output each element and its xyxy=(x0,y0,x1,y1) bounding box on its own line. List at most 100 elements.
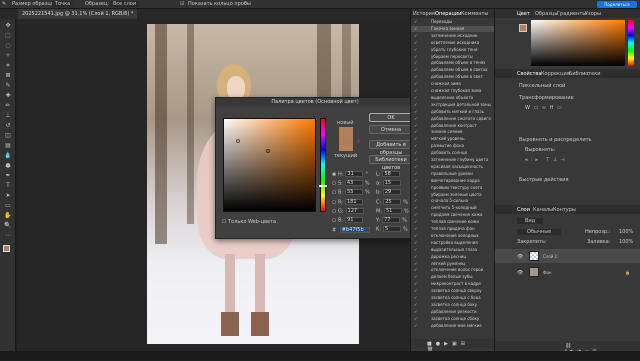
action-item[interactable]: ✓ затемнение исходник xyxy=(411,33,495,39)
color-field-cursor[interactable] xyxy=(266,149,270,153)
gamut-warning-icon[interactable]: ⚠ xyxy=(356,138,360,144)
stamp-tool-icon[interactable]: ⊥ xyxy=(4,112,12,119)
action-checkbox[interactable]: ✓ xyxy=(414,192,419,198)
share-button[interactable]: Поделиться xyxy=(597,1,637,8)
action-item[interactable]: ✓ зимнее сияние xyxy=(411,129,495,135)
foreground-color-swatch[interactable] xyxy=(3,245,10,252)
action-item[interactable]: ✓ добавляем объем в свет xyxy=(411,74,495,80)
action-item[interactable]: ✓ добавить солнце xyxy=(411,150,495,156)
crop-tool-icon[interactable]: ⌗ xyxy=(4,62,12,69)
action-checkbox[interactable]: ✓ xyxy=(414,254,419,260)
gradient-tool-icon[interactable]: ▤ xyxy=(4,142,12,149)
action-item[interactable]: ✓ добавляем объем в тенях xyxy=(411,60,495,66)
show-ring-checkbox[interactable]: ☑ xyxy=(180,1,184,7)
r-radio[interactable]: ○ xyxy=(332,200,336,206)
tab-adjustments[interactable]: Коррекция xyxy=(541,71,570,77)
document-tab[interactable]: 2025221541.jpg @ 31,1% (Слой 1, RGB/8) * xyxy=(18,9,138,19)
frame-tool-icon[interactable]: ⊠ xyxy=(4,72,12,79)
action-checkbox[interactable]: ✓ xyxy=(414,81,419,87)
lab-b-input[interactable]: 29 xyxy=(382,189,401,195)
m-input[interactable]: 51 xyxy=(384,208,402,214)
action-checkbox[interactable]: ✓ xyxy=(414,247,419,253)
c-input[interactable]: 25 xyxy=(383,199,402,205)
hue-slider-handle[interactable] xyxy=(319,185,327,187)
g-input[interactable]: 127 xyxy=(345,208,364,214)
action-checkbox[interactable]: ✓ xyxy=(414,150,419,156)
quick-select-icon[interactable]: ✧ xyxy=(4,52,12,59)
action-item[interactable]: ✓ осветление исходника xyxy=(411,40,495,46)
action-item[interactable]: ✓ отключение холодных xyxy=(411,233,495,239)
move-tool-icon[interactable]: ✥ xyxy=(4,22,12,29)
layer-row[interactable]: 👁 Слой 1 xyxy=(495,249,640,263)
action-checkbox[interactable]: ✓ xyxy=(414,233,419,239)
action-checkbox[interactable]: ✓ xyxy=(414,102,419,108)
lasso-tool-icon[interactable]: ◌ xyxy=(4,42,12,49)
brush-tool-icon[interactable]: ✏ xyxy=(4,102,12,109)
action-checkbox[interactable]: ✓ xyxy=(414,33,419,39)
action-item[interactable]: ✓ добавить мягкий и глазь xyxy=(411,109,495,115)
tab-swatches[interactable]: Образцы xyxy=(535,11,558,17)
new-set-icon[interactable]: ▣ xyxy=(452,341,461,347)
marquee-tool-icon[interactable]: ⬚ xyxy=(4,32,12,39)
h-radio[interactable]: ◉ xyxy=(332,172,336,178)
b-radio[interactable]: ○ xyxy=(332,190,336,196)
tab-libraries[interactable]: Библиотеки xyxy=(569,71,601,77)
action-item[interactable]: ✓ экстракция детальной зоны xyxy=(411,102,495,108)
action-checkbox[interactable]: ✓ xyxy=(414,67,419,73)
action-checkbox[interactable]: ✓ xyxy=(414,302,419,308)
ok-button[interactable]: OK xyxy=(369,113,413,122)
dodge-tool-icon[interactable]: ● xyxy=(4,162,12,169)
action-item[interactable]: ✓ добавление мне мягкие xyxy=(411,323,495,329)
eyedropper-icon[interactable]: ✎ xyxy=(2,1,6,7)
action-checkbox[interactable]: ✓ xyxy=(414,288,419,294)
blur-tool-icon[interactable]: 💧 xyxy=(4,152,12,159)
action-checkbox[interactable]: ✓ xyxy=(414,171,419,177)
transform-section[interactable]: Трансформирование xyxy=(519,95,574,101)
shape-tool-icon[interactable]: ▭ xyxy=(4,202,12,209)
action-item[interactable]: ✓ засветка солнца с бока xyxy=(411,295,495,301)
action-item[interactable]: ✓ добавление сжатого сдвига xyxy=(411,116,495,122)
action-item[interactable]: ✓ затемнение глубину цвета xyxy=(411,157,495,163)
action-checkbox[interactable]: ✓ xyxy=(414,281,419,287)
b-input[interactable]: 55 xyxy=(345,189,364,195)
action-item[interactable]: ✓ красивая насыщенность xyxy=(411,164,495,170)
h-input[interactable]: 31 xyxy=(345,171,364,177)
web-only-checkbox[interactable]: ☐ xyxy=(222,219,226,225)
tab-layers[interactable]: Слои xyxy=(517,207,530,213)
layer-row[interactable]: 👁 Фон 🔒 xyxy=(495,265,640,279)
action-checkbox[interactable]: ✓ xyxy=(414,295,419,301)
action-item[interactable]: ✓ снежная глубокая зима xyxy=(411,88,495,94)
action-checkbox[interactable]: ✓ xyxy=(414,198,419,204)
action-item[interactable]: ✓ сначала 5-сильно xyxy=(411,198,495,204)
action-checkbox[interactable]: ✓ xyxy=(414,274,419,280)
eye-icon[interactable]: 👁 xyxy=(517,254,523,260)
layer-filter-kind[interactable]: Вид xyxy=(517,218,544,224)
new-action-icon[interactable]: ⊞ xyxy=(461,341,469,347)
action-checkbox[interactable]: ✓ xyxy=(414,19,419,25)
action-checkbox[interactable]: ✓ xyxy=(414,240,419,246)
action-item[interactable]: ✓ дорожка ресниц xyxy=(411,254,495,260)
g-radio[interactable]: ○ xyxy=(332,209,336,215)
action-checkbox[interactable]: ✓ xyxy=(414,323,419,329)
tab-comments[interactable]: Комменты xyxy=(461,11,488,17)
action-item[interactable]: ✓ убираем пересветы xyxy=(411,54,495,60)
action-checkbox[interactable]: ✓ xyxy=(414,109,419,115)
color-field[interactable] xyxy=(223,118,316,212)
tab-color[interactable]: Цвет xyxy=(517,11,530,17)
a-input[interactable]: 15 xyxy=(382,180,401,186)
tab-channels[interactable]: Каналы xyxy=(533,207,553,213)
zoom-tool-icon[interactable]: 🔍 xyxy=(4,222,12,229)
action-item[interactable]: ✓ теплая придача фон xyxy=(411,226,495,232)
action-checkbox[interactable]: ✓ xyxy=(414,316,419,322)
action-item[interactable]: ✓ добавление резкости xyxy=(411,309,495,315)
y-input[interactable]: 77 xyxy=(382,217,401,223)
quick-actions-section[interactable]: Быстрые действия xyxy=(519,177,568,183)
action-checkbox[interactable]: ✓ xyxy=(414,157,419,163)
action-checkbox[interactable]: ✓ xyxy=(414,47,419,53)
fg-color-chip[interactable] xyxy=(519,24,527,32)
tab-paths[interactable]: Контуры xyxy=(553,207,576,213)
l-input[interactable]: 58 xyxy=(382,171,401,177)
action-item[interactable]: ✓ убираем зеленые цвета xyxy=(411,192,495,198)
color-panel-hue[interactable] xyxy=(628,20,634,66)
tab-actions[interactable]: Операции xyxy=(435,11,461,17)
